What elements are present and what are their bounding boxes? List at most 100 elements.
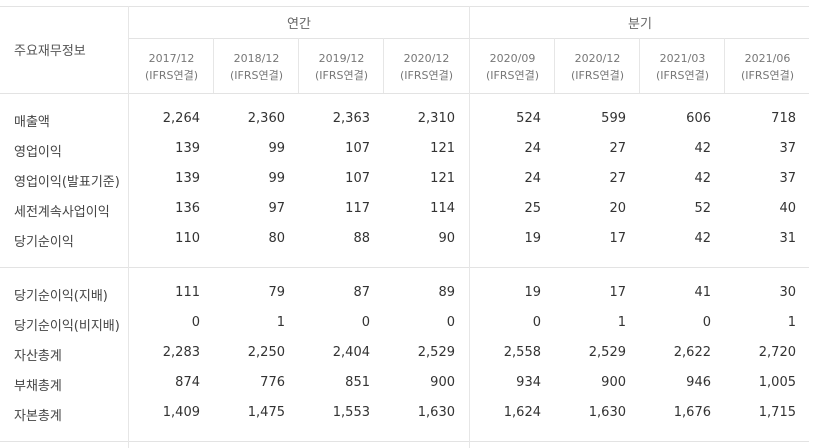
table-cell-value: 946 (686, 375, 711, 390)
column-basis: (IFRS연결) (144, 69, 199, 82)
table-cell-value: 88 (353, 231, 370, 246)
table-cell-value: 2,310 (417, 111, 455, 126)
row-label: 영업이익(발표기준) (14, 175, 120, 190)
table-cell-value: 37 (779, 171, 796, 186)
table-cell-value: 42 (694, 231, 711, 246)
table-cell-value: 1,409 (162, 405, 200, 420)
table-cell-value: 900 (430, 375, 455, 390)
table-cell-value: 2,529 (417, 345, 455, 360)
header-bottom-border (0, 93, 809, 94)
table-cell-value: 524 (516, 111, 541, 126)
table-cell-value: 27 (609, 171, 626, 186)
column-header: 2021/06 (IFRS연결) (725, 50, 810, 84)
table-cell-value: 19 (524, 285, 541, 300)
table-cell-value: 121 (430, 141, 455, 156)
table-cell-value: 99 (268, 141, 285, 156)
column-basis: (IFRS연결) (229, 69, 284, 82)
column-header: 2019/12 (IFRS연결) (299, 50, 384, 84)
table-cell-value: 79 (268, 285, 285, 300)
table-cell-value: 2,363 (332, 111, 370, 126)
table-cell-value: 24 (524, 171, 541, 186)
table-cell-value: 2,404 (332, 345, 370, 360)
table-cell-value: 0 (702, 315, 711, 330)
table-cell-value: 0 (191, 315, 200, 330)
table-cell-value: 24 (524, 141, 541, 156)
table-cell-value: 1,624 (503, 405, 541, 420)
table-cell-value: 20 (609, 201, 626, 216)
row-label: 부채총계 (14, 379, 62, 394)
column-period: 2017/12 (148, 52, 195, 65)
table-cell-value: 1,676 (673, 405, 711, 420)
column-period: 2019/12 (318, 52, 365, 65)
table-cell-value: 1 (787, 315, 796, 330)
table-cell-value: 17 (609, 285, 626, 300)
table-cell-value: 89 (438, 285, 455, 300)
table-cell-value: 110 (175, 231, 200, 246)
table-cell-value: 1,553 (332, 405, 370, 420)
column-basis: (IFRS연결) (655, 69, 710, 82)
table-cell-value: 1 (617, 315, 626, 330)
table-cell-value: 114 (430, 201, 455, 216)
table-cell-value: 111 (175, 285, 200, 300)
table-cell-value: 1,630 (588, 405, 626, 420)
table-cell-value: 1 (276, 315, 285, 330)
table-cell-value: 851 (345, 375, 370, 390)
section-divider (0, 267, 809, 268)
table-cell-value: 107 (345, 171, 370, 186)
table-cell-value: 2,360 (247, 111, 285, 126)
column-header: 2021/03 (IFRS연결) (640, 50, 725, 84)
table-cell-value: 52 (694, 201, 711, 216)
table-cell-value: 1,005 (758, 375, 796, 390)
table-cell-value: 136 (175, 201, 200, 216)
table-cell-value: 874 (175, 375, 200, 390)
table-cell-value: 0 (532, 315, 541, 330)
table-cell-value: 42 (694, 171, 711, 186)
column-header: 2020/12 (IFRS연결) (555, 50, 640, 84)
table-cell-value: 1,715 (758, 405, 796, 420)
table-cell-value: 19 (524, 231, 541, 246)
table-cell-value: 117 (345, 201, 370, 216)
table-cell-value: 776 (260, 375, 285, 390)
column-header: 2020/12 (IFRS연결) (384, 50, 469, 84)
table-cell-value: 139 (175, 171, 200, 186)
column-period: 2018/12 (233, 52, 280, 65)
column-period: 2021/03 (659, 52, 706, 65)
table-cell-value: 31 (779, 231, 796, 246)
table-cell-value: 2,283 (162, 345, 200, 360)
column-header: 2018/12 (IFRS연결) (214, 50, 299, 84)
table-cell-value: 80 (268, 231, 285, 246)
table-cell-value: 139 (175, 141, 200, 156)
table-cell-value: 718 (771, 111, 796, 126)
table-cell-value: 1,630 (417, 405, 455, 420)
table-cell-value: 900 (601, 375, 626, 390)
column-header: 2020/09 (IFRS연결) (470, 50, 555, 84)
table-cell-value: 2,558 (503, 345, 541, 360)
table-cell-value: 2,529 (588, 345, 626, 360)
row-label: 세전계속사업이익 (14, 205, 110, 220)
row-label: 매출액 (14, 115, 50, 130)
table-top-border (0, 6, 809, 7)
table-cell-value: 99 (268, 171, 285, 186)
column-period: 2020/12 (574, 52, 621, 65)
column-period: 2020/12 (403, 52, 450, 65)
section-divider-bottom (0, 441, 809, 442)
row-label: 당기순이익(지배) (14, 289, 108, 304)
table-cell-value: 17 (609, 231, 626, 246)
table-cell-value: 599 (601, 111, 626, 126)
group-header-quarterly: 분기 (628, 17, 652, 32)
column-period: 2021/06 (744, 52, 791, 65)
row-label: 자본총계 (14, 409, 62, 424)
row-label: 당기순이익(비지배) (14, 319, 120, 334)
row-label: 영업이익 (14, 145, 62, 160)
table-cell-value: 27 (609, 141, 626, 156)
table-cell-value: 25 (524, 201, 541, 216)
row-header-title: 주요재무정보 (14, 44, 86, 59)
table-cell-value: 87 (353, 285, 370, 300)
table-cell-value: 42 (694, 141, 711, 156)
column-basis: (IFRS연결) (570, 69, 625, 82)
table-cell-value: 934 (516, 375, 541, 390)
table-cell-value: 0 (446, 315, 455, 330)
table-cell-value: 41 (694, 285, 711, 300)
table-cell-value: 0 (361, 315, 370, 330)
row-label: 자산총계 (14, 349, 62, 364)
